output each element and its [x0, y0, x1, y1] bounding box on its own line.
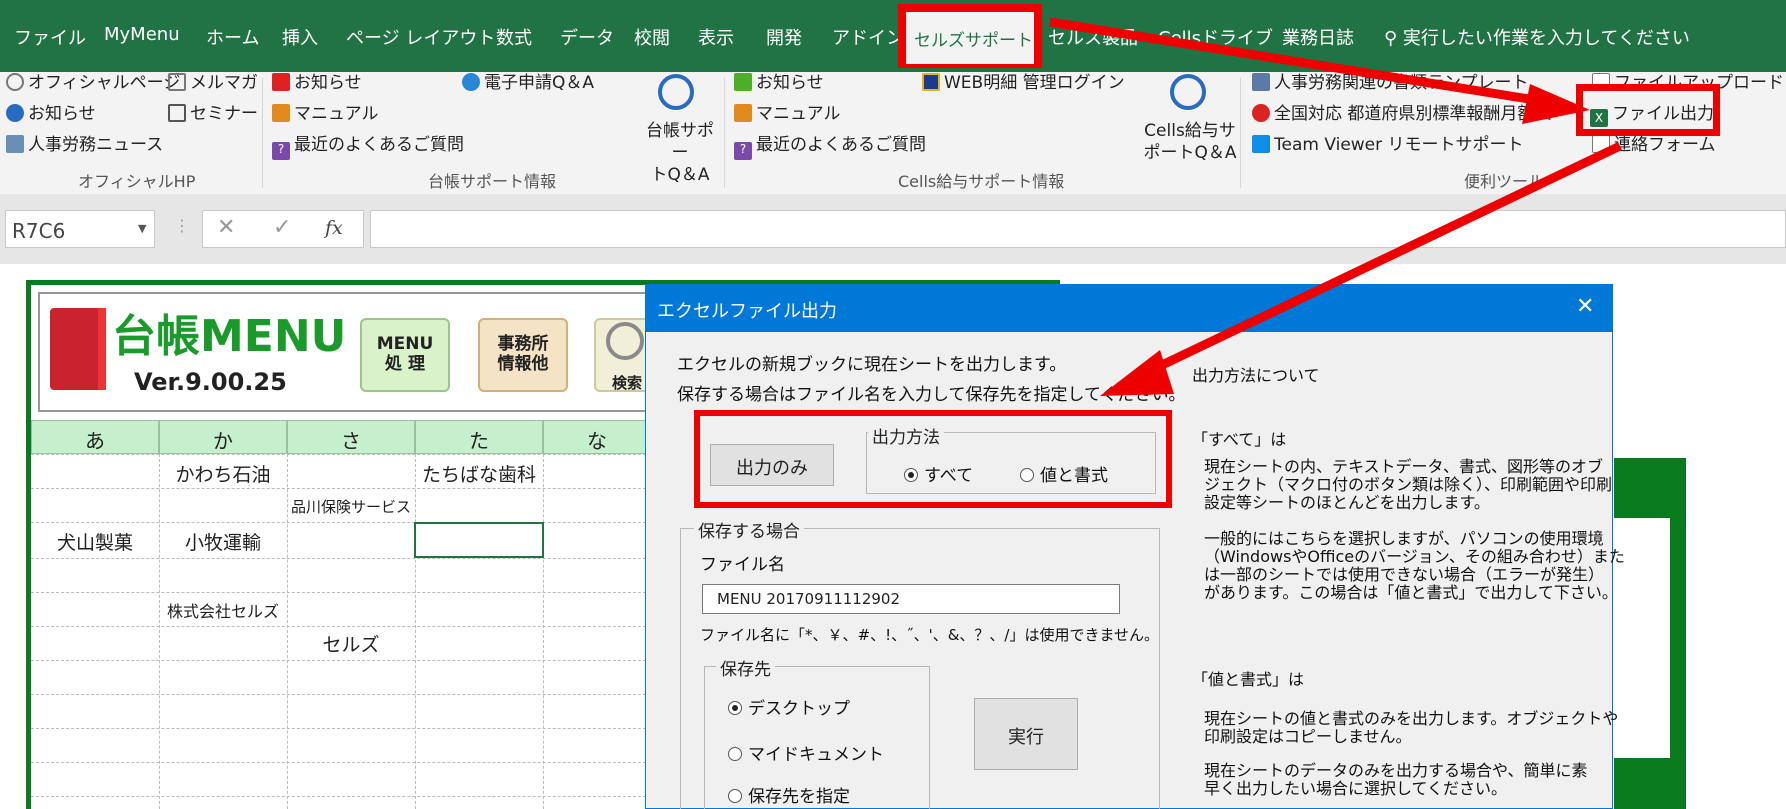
arrow-button-to-dialog — [1133, 141, 1622, 383]
arrowhead — [1100, 350, 1174, 396]
arrowhead — [1522, 84, 1590, 124]
annotation-arrows — [1049, 17, 1622, 396]
arrow-tab-to-button — [1049, 17, 1561, 109]
